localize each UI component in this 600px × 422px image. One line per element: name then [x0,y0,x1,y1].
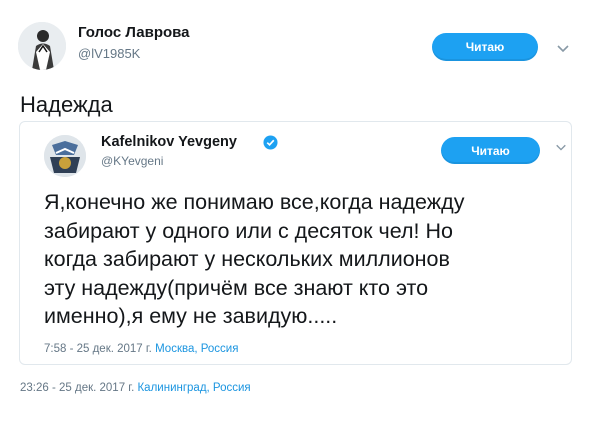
verified-badge-icon [263,135,278,150]
quoted-follow-button[interactable]: Читаю [441,137,540,164]
quoted-tweet-text: Я,конечно же понимаю все,когда надежду з… [44,190,465,328]
quoted-author-avatar[interactable] [44,135,86,177]
author-handle[interactable]: @lV1985K [78,46,140,61]
tweet-card: Голос Лаврова @lV1985K Читаю Надежда Kaf… [0,0,600,422]
author-avatar[interactable] [18,22,66,70]
tweet-meta: 23:26 - 25 дек. 2017 г. Калининград, Рос… [20,382,251,394]
tweet-timestamp[interactable]: 23:26 - 25 дек. 2017 г. [20,382,134,394]
tweet-text: Надежда [20,92,113,117]
chevron-down-icon[interactable] [556,41,570,55]
tweet-location[interactable]: Калининград, Россия [137,382,250,394]
author-name[interactable]: Голос Лаврова [78,24,190,41]
quoted-tweet-location[interactable]: Москва, Россия [155,343,238,355]
avatar-image [44,135,86,177]
quoted-author-handle[interactable]: @KYevgeni [101,154,163,168]
follow-button[interactable]: Читаю [432,33,538,61]
quoted-tweet-timestamp[interactable]: 7:58 - 25 дек. 2017 г. [44,343,152,355]
avatar-image [18,22,66,70]
quoted-tweet-meta: 7:58 - 25 дек. 2017 г. Москва, Россия [44,343,238,355]
quoted-author-name[interactable]: Kafelnikov Yevgeny [101,134,237,150]
chevron-down-icon[interactable] [555,141,567,153]
